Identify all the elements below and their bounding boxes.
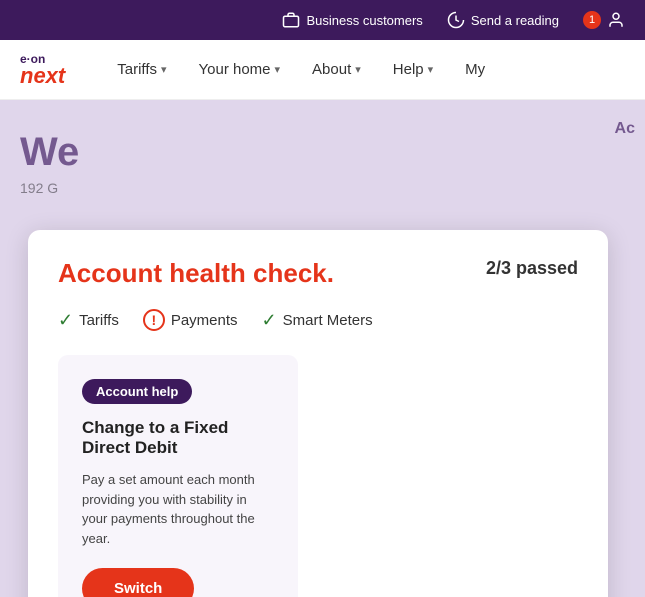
tariffs-label: Tariffs: [79, 312, 119, 329]
health-items: ✓ Tariffs ! Payments ✓ Smart Meters: [58, 309, 578, 331]
business-customers-label: Business customers: [306, 13, 422, 28]
health-check-modal: Account health check. 2/3 passed ✓ Tarif…: [28, 230, 608, 597]
nav-about[interactable]: About ▾: [300, 53, 373, 86]
nav-help[interactable]: Help ▾: [381, 53, 445, 86]
send-reading-label: Send a reading: [471, 13, 559, 28]
payments-warning-icon: !: [143, 309, 165, 331]
nav-my[interactable]: My: [453, 53, 497, 86]
nav-your-home[interactable]: Your home ▾: [187, 53, 293, 86]
send-reading-link[interactable]: Send a reading: [447, 11, 559, 29]
logo[interactable]: e·on next: [20, 53, 65, 87]
payments-label: Payments: [171, 312, 238, 329]
notification-badge: 1: [583, 11, 601, 29]
passed-badge: 2/3 passed: [486, 258, 578, 279]
about-chevron-icon: ▾: [355, 63, 361, 76]
nav-bar: e·on next Tariffs ▾ Your home ▾ About ▾ …: [0, 40, 645, 100]
account-help-card: Account help Change to a Fixed Direct De…: [58, 355, 298, 597]
help-chevron-icon: ▾: [428, 63, 434, 76]
meter-icon: [447, 11, 465, 29]
smart-meters-check-icon: ✓: [262, 310, 277, 331]
card-title: Change to a Fixed Direct Debit: [82, 418, 274, 458]
top-bar: Business customers Send a reading 1: [0, 0, 645, 40]
logo-next: next: [20, 65, 65, 87]
notification-area[interactable]: 1: [583, 11, 625, 29]
nav-tariffs[interactable]: Tariffs ▾: [105, 53, 178, 86]
health-item-tariffs: ✓ Tariffs: [58, 310, 119, 331]
tariffs-chevron-icon: ▾: [161, 63, 167, 76]
account-icon: [607, 11, 625, 29]
nav-items: Tariffs ▾ Your home ▾ About ▾ Help ▾ My: [105, 53, 625, 86]
business-customers-link[interactable]: Business customers: [282, 11, 422, 29]
health-item-payments: ! Payments: [143, 309, 238, 331]
modal-title: Account health check.: [58, 258, 334, 289]
health-item-smart-meters: ✓ Smart Meters: [262, 310, 373, 331]
card-description: Pay a set amount each month providing yo…: [82, 470, 274, 548]
account-help-badge: Account help: [82, 379, 192, 404]
switch-button[interactable]: Switch: [82, 568, 194, 597]
tariffs-check-icon: ✓: [58, 310, 73, 331]
your-home-chevron-icon: ▾: [275, 63, 281, 76]
smart-meters-label: Smart Meters: [283, 312, 373, 329]
briefcase-icon: [282, 11, 300, 29]
modal-header: Account health check. 2/3 passed: [58, 258, 578, 289]
